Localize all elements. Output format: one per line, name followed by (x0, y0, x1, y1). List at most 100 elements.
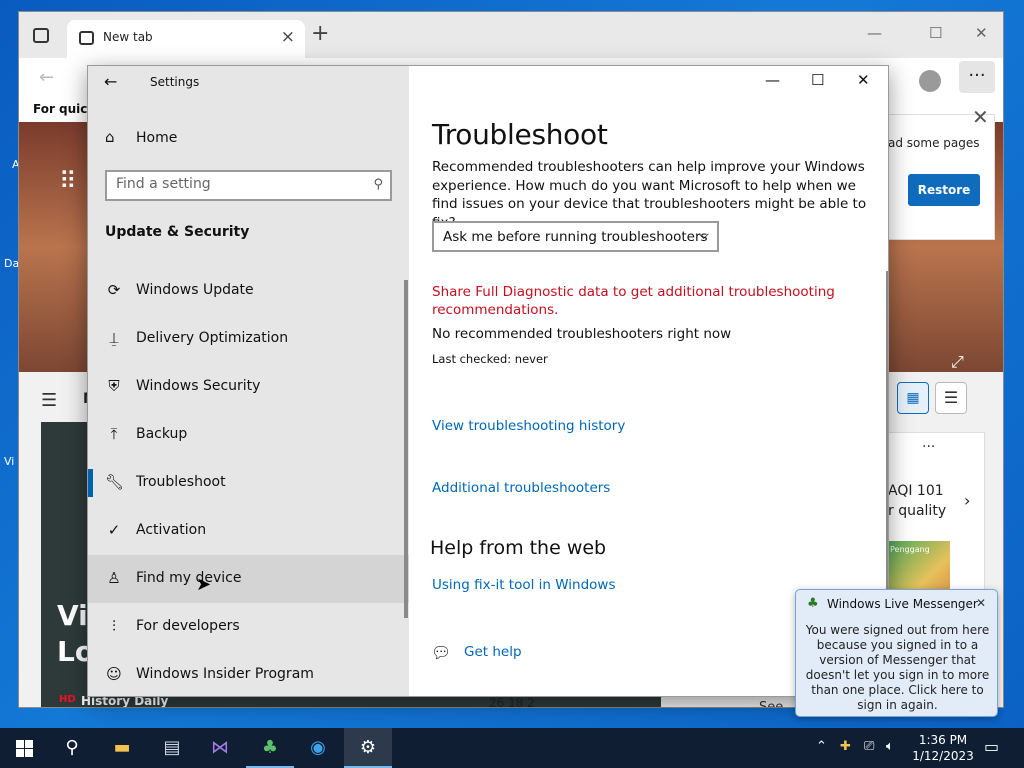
nav-item-label: Windows Update (136, 282, 254, 298)
delivery-icon: ⍊ (109, 329, 119, 347)
network-icon[interactable]: ⎚ (864, 739, 874, 754)
air-quality-label: r quality (888, 503, 947, 519)
map-label: Penggang (890, 545, 930, 554)
nav-home[interactable]: ⌂ Home (88, 123, 409, 153)
fix-it-tool-link[interactable]: Using fix-it tool in Windows (432, 577, 616, 593)
search-icon: ⚲ (373, 177, 383, 192)
refresh-icon: ⟳ (107, 281, 121, 299)
see-more-link[interactable]: See (759, 700, 783, 707)
settings-nav-pane: ← Settings ⌂ Home ⚲ Update & Security ⟳ … (88, 66, 409, 696)
nav-item-windows-insider-program[interactable]: ☺ Windows Insider Program (88, 651, 409, 696)
wrench-icon: 🔧︎ (105, 473, 125, 491)
nav-list: ⟳ Windows Update ⍊ Delivery Optimization… (88, 267, 409, 696)
nav-item-label: Delivery Optimization (136, 330, 289, 346)
close-button[interactable]: ✕ (857, 71, 870, 89)
aqi-value: AQI 101 (888, 483, 944, 499)
close-icon[interactable]: ✕ (972, 105, 989, 129)
diagnostic-data-link[interactable]: Share Full Diagnostic data to get additi… (432, 283, 852, 319)
backup-icon: ⤒ (110, 425, 118, 443)
search-icon[interactable]: ⚲ (48, 728, 96, 768)
desktop-icon-label: Vi (4, 455, 15, 468)
more-options-icon[interactable]: ··· (922, 439, 935, 455)
edge-tab-new-tab[interactable]: New tab × (67, 20, 305, 58)
more-options-button[interactable]: ··· (959, 61, 995, 93)
nav-item-find-my-device[interactable]: ♙ Find my device (88, 555, 409, 603)
tab-title: New tab (103, 30, 153, 44)
minimize-button[interactable]: — (765, 71, 780, 89)
person-locate-icon: ♙ (107, 569, 121, 587)
search-box[interactable]: ⚲ (105, 170, 392, 201)
restore-button[interactable]: Restore (908, 174, 980, 206)
tray-app-icon[interactable]: ✚ (840, 739, 851, 754)
chevron-up-icon[interactable]: ⌃ (816, 739, 827, 754)
nav-item-delivery-optimization[interactable]: ⍊ Delivery Optimization (88, 315, 409, 363)
desktop-icon-label: Da (4, 257, 20, 270)
last-checked-text: Last checked: never (432, 352, 548, 366)
no-recommended-text: No recommended troubleshooters right now (432, 326, 732, 342)
app-launcher-icon[interactable]: ⠿ (59, 167, 77, 195)
messenger-taskbar-icon[interactable]: ♣ (246, 728, 294, 768)
volume-icon[interactable]: 🔈︎ (886, 739, 894, 754)
close-icon[interactable]: ✕ (976, 596, 986, 610)
messenger-icon: ♣ (807, 596, 819, 611)
content-scrollbar[interactable] (886, 271, 888, 631)
app-icon[interactable]: ▤ (148, 728, 196, 768)
settings-window: ← Settings ⌂ Home ⚲ Update & Security ⟳ … (87, 65, 889, 697)
edge-tab-bar: New tab × + — ☐ ✕ (19, 12, 1003, 58)
tab-actions-icon[interactable] (33, 28, 49, 43)
additional-troubleshooters-link[interactable]: Additional troubleshooters (432, 480, 610, 496)
restore-card-text: ad some pages (888, 136, 980, 150)
clock-date[interactable]: 1/12/2023 (911, 749, 975, 763)
nav-item-backup[interactable]: ⤒ Backup (88, 411, 409, 459)
chevron-right-icon[interactable]: › (964, 491, 970, 510)
source-logo: HD (59, 694, 76, 705)
notification-body[interactable]: You were signed out from here because yo… (802, 623, 993, 713)
expand-icon[interactable]: ⤢ (951, 352, 964, 372)
page-title: Troubleshoot (432, 118, 608, 151)
windows-logo-icon (15, 740, 33, 757)
clock-time[interactable]: 1:36 PM (917, 733, 969, 747)
restore-pages-card: ✕ ad some pages Restore (887, 105, 995, 240)
news-reactions[interactable]: 26 18 2 (489, 696, 535, 707)
nav-scrollbar[interactable] (404, 280, 408, 618)
developer-icon: ⫶ (112, 617, 116, 635)
mouse-cursor-icon: ➤ (196, 574, 212, 595)
tab-close-icon[interactable]: × (281, 27, 295, 47)
new-tab-icon (79, 31, 94, 45)
help-heading: Help from the web (430, 537, 607, 559)
edge-maximize-button[interactable]: ☐ (929, 24, 942, 42)
nav-item-for-developers[interactable]: ⫶ For developers (88, 603, 409, 651)
back-arrow-icon[interactable]: ← (104, 72, 117, 91)
nav-item-troubleshoot[interactable]: 🔧︎ Troubleshoot (88, 459, 409, 507)
nav-item-label: Activation (136, 522, 207, 538)
menu-icon[interactable]: ☰ (41, 390, 57, 411)
edge-icon[interactable]: ◉ (294, 728, 342, 768)
profile-avatar[interactable] (919, 70, 941, 92)
nav-item-windows-update[interactable]: ⟳ Windows Update (88, 267, 409, 315)
nav-section-title: Update & Security (105, 224, 250, 240)
taskbar: ⚲ ▬ ▤ ⋈ ♣ ◉ ⚙ ⌃ ✚ ⎚ 🔈︎ 1:36 PM 1/12/2023… (0, 728, 1024, 768)
messenger-notification[interactable]: ♣ Windows Live Messenger ✕ You were sign… (795, 589, 998, 717)
nav-item-label: Windows Insider Program (136, 666, 314, 682)
edge-minimize-button[interactable]: — (867, 24, 882, 42)
view-history-link[interactable]: View troubleshooting history (432, 418, 625, 434)
grid-view-icon[interactable]: ▦ (897, 382, 929, 414)
back-arrow-icon[interactable]: ← (39, 67, 54, 88)
home-icon: ⌂ (105, 128, 115, 146)
settings-gear-icon[interactable]: ⚙ (344, 728, 392, 768)
nav-item-label: Troubleshoot (136, 474, 226, 490)
edge-close-button[interactable]: ✕ (975, 24, 988, 42)
list-view-icon[interactable]: ☰ (935, 382, 967, 414)
get-help-link[interactable]: Get help (464, 644, 522, 660)
nav-item-windows-security[interactable]: ⛨ Windows Security (88, 363, 409, 411)
file-explorer-icon[interactable]: ▬ (98, 728, 146, 768)
start-button[interactable] (0, 728, 48, 768)
notifications-icon[interactable]: ▭ (984, 737, 999, 756)
visual-studio-icon[interactable]: ⋈ (196, 728, 244, 768)
maximize-button[interactable]: ☐ (811, 71, 824, 89)
window-title: Settings (150, 75, 200, 89)
search-input[interactable] (116, 176, 356, 192)
troubleshooter-preference-dropdown[interactable]: Ask me before running troubleshooters ⌵ (432, 221, 719, 252)
nav-item-activation[interactable]: ✓ Activation (88, 507, 409, 555)
new-tab-button[interactable]: + (311, 23, 329, 45)
